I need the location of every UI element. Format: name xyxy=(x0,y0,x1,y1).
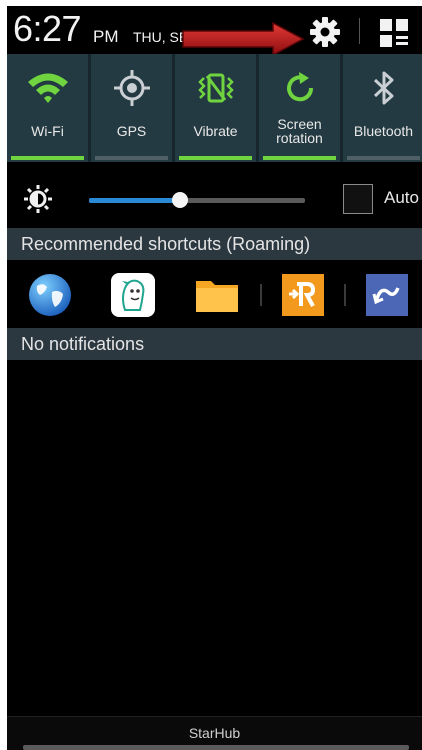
notifications-header-label: No notifications xyxy=(21,334,145,354)
clock-ampm: PM xyxy=(93,27,119,46)
brightness-slider-thumb[interactable] xyxy=(171,192,188,208)
shortcut-swipe-app[interactable] xyxy=(364,272,410,318)
clock-time: 6:27 xyxy=(13,8,82,49)
brightness-slider-fill xyxy=(89,198,180,203)
shortcut-roaming-app[interactable] xyxy=(280,272,326,318)
vibrate-icon xyxy=(197,73,234,103)
toggle-indicator xyxy=(263,156,336,160)
carrier-label: StarHub xyxy=(188,725,241,741)
rotation-icon xyxy=(286,72,313,102)
mascot-app-icon xyxy=(111,273,155,317)
carrier-bar: StarHub xyxy=(7,716,422,750)
brightness-row: Auto xyxy=(7,168,422,230)
notifications-header: No notifications xyxy=(7,328,422,360)
toggle-label: Vibrate xyxy=(193,123,238,139)
auto-brightness-checkbox[interactable] xyxy=(343,184,373,214)
toggle-gps[interactable]: GPS xyxy=(91,54,172,162)
brightness-icon xyxy=(24,185,52,213)
status-divider xyxy=(359,18,360,44)
toggle-label: GPS xyxy=(116,123,147,139)
status-bar: 6:27 PM THU, SE xyxy=(7,6,422,56)
shortcut-browser[interactable] xyxy=(27,272,73,318)
toggle-label: Wi-Fi xyxy=(31,123,64,139)
swipe-app-icon xyxy=(366,274,408,316)
shortcut-mascot-app[interactable] xyxy=(110,272,156,318)
shortcut-divider xyxy=(260,284,262,306)
shortcuts-header: Recommended shortcuts (Roaming) xyxy=(7,228,422,260)
quick-settings-grid-button[interactable] xyxy=(377,16,411,50)
gear-icon xyxy=(310,17,340,47)
toggle-indicator xyxy=(179,156,252,160)
gps-icon xyxy=(113,70,150,106)
annotation-arrow-icon xyxy=(182,22,305,56)
toggle-screen-rotation[interactable]: Screen rotation xyxy=(259,54,340,162)
folder-icon xyxy=(196,281,238,312)
toggle-label: Screen rotation xyxy=(276,116,323,146)
toggle-indicator xyxy=(95,156,168,160)
quick-toggles: Wi-Fi GPS Vibrate Screen rotation Blueto… xyxy=(7,54,422,162)
shortcut-my-files[interactable] xyxy=(194,272,240,318)
toggle-vibrate[interactable]: Vibrate xyxy=(175,54,256,162)
roaming-app-icon xyxy=(282,274,324,316)
toggle-label: Bluetooth xyxy=(353,123,414,139)
auto-brightness-label: Auto xyxy=(384,188,419,207)
shortcuts-row xyxy=(7,260,422,328)
toggle-indicator xyxy=(347,156,420,160)
brightness-slider[interactable] xyxy=(89,192,305,208)
panel-drag-handle[interactable] xyxy=(23,745,409,750)
toggle-indicator xyxy=(11,156,84,160)
globe-icon xyxy=(29,274,71,316)
toggle-wifi[interactable]: Wi-Fi xyxy=(7,54,88,162)
grid-edit-icon xyxy=(380,19,408,47)
notification-panel: 6:27 PM THU, SE Wi-Fi GPS Vibrate Screen… xyxy=(7,6,422,750)
shortcuts-header-label: Recommended shortcuts (Roaming) xyxy=(21,234,311,254)
shortcut-divider xyxy=(344,284,346,306)
settings-button[interactable] xyxy=(307,14,343,50)
bluetooth-icon xyxy=(373,71,393,105)
wifi-icon xyxy=(27,73,68,103)
toggle-bluetooth[interactable]: Bluetooth xyxy=(343,54,422,162)
